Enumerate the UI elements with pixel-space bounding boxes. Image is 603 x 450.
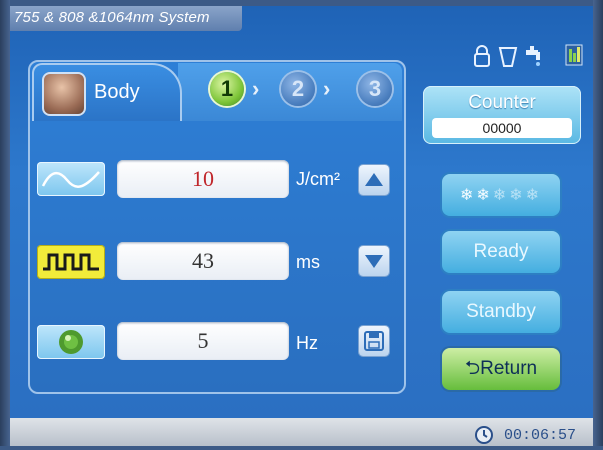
decrease-button[interactable] [359, 246, 389, 276]
waveform-icon [37, 162, 105, 196]
cooling-level-button[interactable]: ❄❄❄❄❄ [442, 174, 560, 216]
frequency-unit: Hz [296, 333, 318, 353]
return-button[interactable]: ⮌Return [442, 348, 560, 390]
mode-label: Body [94, 81, 140, 103]
arrow-down-icon [365, 255, 383, 268]
counter-label: Counter [468, 92, 536, 113]
lock-icon [473, 44, 491, 68]
pulse-width-value[interactable]: 43 [117, 242, 289, 280]
fluence-unit: J/cm² [296, 169, 340, 189]
water-level-icon [565, 44, 583, 66]
clock-time: 00:06:57 [504, 427, 577, 444]
water-tap-icon [522, 44, 544, 68]
chevron-right-icon: › [323, 76, 331, 101]
step-2-button[interactable]: 2 [281, 72, 315, 106]
device-frame-right [593, 0, 603, 446]
frequency-icon [37, 325, 105, 359]
return-icon: ⮌ [464, 358, 481, 379]
standby-button[interactable]: Standby [442, 291, 560, 333]
step-1-button[interactable]: 1 [210, 72, 244, 106]
window-title: 755 & 808 &1064nm System [14, 9, 210, 26]
increase-button[interactable] [359, 165, 389, 195]
frequency-value[interactable]: 5 [117, 322, 289, 360]
pulse-width-unit: ms [296, 252, 320, 272]
clock-icon [474, 425, 494, 450]
handpiece-icon [498, 44, 518, 68]
counter-value: 00000 [432, 118, 572, 138]
pulse-train-icon [37, 245, 105, 279]
save-button[interactable] [359, 326, 389, 356]
save-icon [364, 331, 384, 351]
chevron-right-icon: › [252, 76, 260, 101]
fluence-value[interactable]: 10 [117, 160, 289, 198]
device-frame-left [0, 0, 10, 446]
step-3-button[interactable]: 3 [358, 72, 392, 106]
arrow-up-icon [365, 173, 383, 186]
snowflake-icon: ❄❄❄❄❄ [459, 187, 543, 204]
ready-button[interactable]: Ready [442, 231, 560, 273]
return-label: Return [480, 358, 538, 379]
body-avatar [42, 72, 86, 116]
